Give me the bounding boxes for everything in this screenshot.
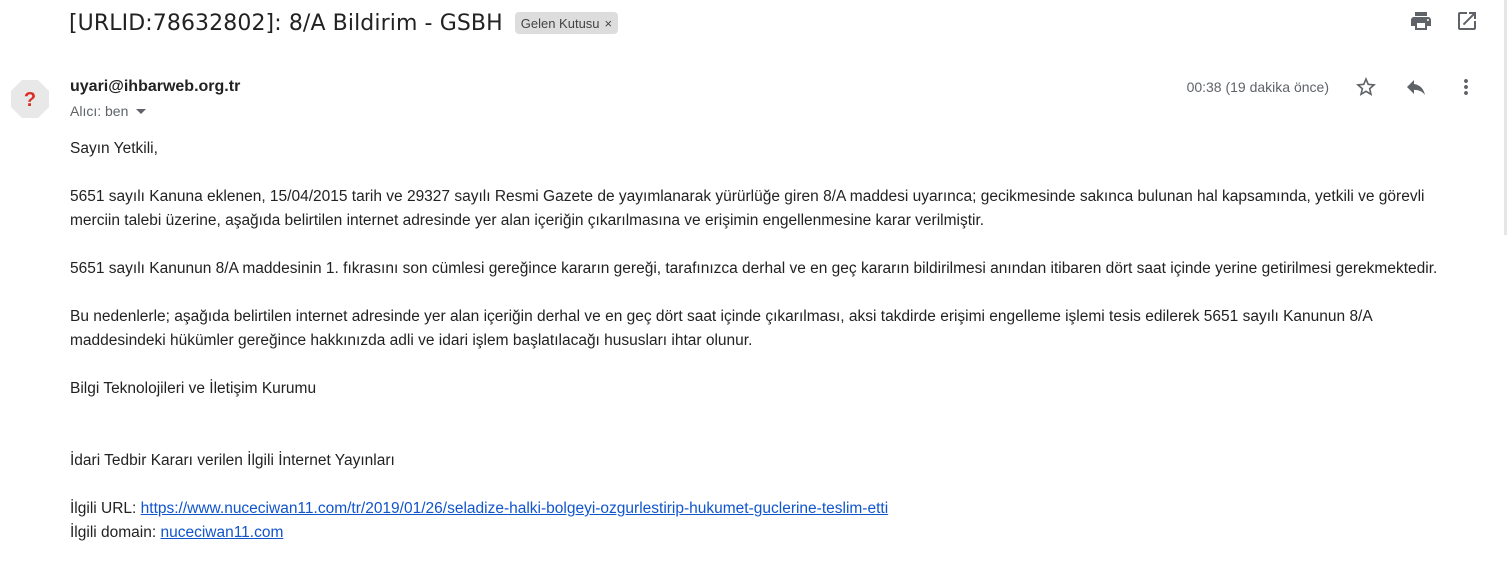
domain-label: İlgili domain: (70, 524, 161, 541)
reply-icon[interactable] (1404, 75, 1428, 99)
more-vert-icon[interactable] (1454, 75, 1478, 99)
recipient-text: Alıcı: ben (70, 103, 129, 119)
section-title: İdari Tedbir Kararı verilen İlgili İnter… (70, 452, 395, 469)
body-paragraph-2: 5651 sayılı Kanunun 8/A maddesinin 1. fı… (70, 260, 1438, 277)
url-label: İlgili URL: (70, 500, 141, 517)
label-text: Gelen Kutusu (520, 15, 600, 31)
open-in-new-window-icon[interactable] (1455, 9, 1479, 33)
related-domain-link[interactable]: nuceciwan11.com (160, 524, 283, 541)
sender-email[interactable]: uyari@ihbarweb.org.tr (70, 78, 240, 96)
related-url-link[interactable]: https://www.nuceciwan11.com/tr/2019/01/2… (141, 500, 889, 517)
remove-label-icon[interactable]: × (605, 16, 613, 31)
unknown-sender-question-icon: ? (11, 80, 49, 118)
email-view: [URLID:78632802]: 8/A Bildirim - GSBH Ge… (0, 0, 1507, 586)
sender-avatar[interactable]: ? (10, 79, 50, 119)
related-url-line: İlgili URL: https://www.nuceciwan11.com/… (70, 497, 1460, 521)
message-time: 00:38 (19 dakika önce) (1186, 79, 1329, 95)
message-body: Sayın Yetkili, 5651 sayılı Kanuna eklene… (70, 137, 1460, 545)
body-paragraph-1: 5651 sayılı Kanuna eklenen, 15/04/2015 t… (70, 188, 1425, 229)
related-domain-line: İlgili domain: nuceciwan11.com (70, 521, 1460, 545)
subject-row: [URLID:78632802]: 8/A Bildirim - GSBH Ge… (69, 6, 619, 40)
recipient-details-chevron-down-icon[interactable] (136, 108, 147, 114)
body-paragraph-3: Bu nedenlerle; aşağıda belirtilen intern… (70, 308, 1372, 349)
print-icon[interactable] (1409, 9, 1433, 33)
greeting: Sayın Yetkili, (70, 140, 158, 157)
email-subject: [URLID:78632802]: 8/A Bildirim - GSBH (69, 10, 503, 36)
star-icon[interactable] (1354, 75, 1378, 99)
svg-text:?: ? (24, 89, 36, 111)
signature: Bilgi Teknolojileri ve İletişim Kurumu (70, 380, 317, 397)
inbox-label-chip[interactable]: Gelen Kutusu × (514, 12, 619, 34)
recipient-line: Alıcı: ben (70, 103, 147, 119)
